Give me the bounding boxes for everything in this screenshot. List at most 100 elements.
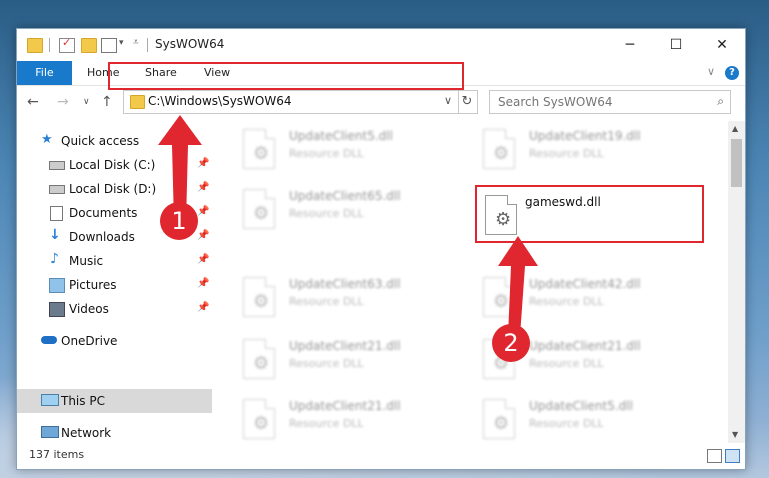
gear-icon: ⚙: [253, 143, 270, 164]
sidebar-item-pictures[interactable]: Pictures 📌: [17, 273, 212, 297]
dll-file-icon: ⚙: [483, 399, 515, 439]
file-explorer-window: ✓ ▾ ⩡ SysWOW64 ─ ☐ ✕ File Home Share Vie…: [16, 28, 746, 470]
gear-icon: ⚙: [253, 413, 270, 434]
file-highlight: [475, 185, 704, 243]
file-name: UpdateClient19.dll: [529, 129, 641, 143]
step-badge-1: 1: [160, 202, 198, 240]
pin-icon[interactable]: 📌: [197, 302, 209, 313]
gear-icon: ⚙: [493, 143, 510, 164]
cloud-icon: [41, 336, 57, 344]
divider: [49, 38, 50, 52]
sidebar-item-label: This PC: [61, 394, 105, 408]
dll-file-icon: ⚙: [243, 189, 275, 229]
file-name: UpdateClient63.dll: [289, 277, 401, 291]
download-icon: ↓: [49, 227, 61, 243]
gear-icon: ⚙: [253, 203, 270, 224]
dll-file-icon: ⚙: [483, 129, 515, 169]
tab-file[interactable]: File: [17, 61, 72, 85]
refresh-icon[interactable]: ↻: [457, 90, 478, 114]
maximize-button[interactable]: ☐: [653, 29, 699, 61]
sidebar-item-onedrive[interactable]: OneDrive: [17, 329, 212, 353]
list-item[interactable]: ⚙ UpdateClient19.dll Resource DLL: [477, 127, 697, 187]
list-item[interactable]: ⚙ UpdateClient21.dll Resource DLL: [237, 337, 457, 397]
scroll-up-icon[interactable]: ▲: [732, 124, 738, 133]
sidebar-item-label: Network: [61, 426, 112, 440]
file-type: Resource DLL: [529, 147, 604, 160]
list-item[interactable]: ⚙ UpdateClient65.dll Resource DLL: [237, 187, 457, 247]
folder-icon: [130, 95, 145, 109]
list-item[interactable]: ⚙ UpdateClient5.dll Resource DLL: [477, 397, 697, 443]
list-item[interactable]: ⚙ UpdateClient63.dll Resource DLL: [237, 275, 457, 335]
file-type: Resource DLL: [289, 357, 364, 370]
search-box[interactable]: ⌕: [489, 90, 731, 114]
help-icon[interactable]: ?: [725, 66, 739, 80]
sidebar-item-videos[interactable]: Videos 📌: [17, 297, 212, 321]
sidebar-item-label: Music: [69, 254, 104, 268]
drive-icon: [49, 185, 65, 194]
chevron-down-icon[interactable]: ∨: [444, 94, 452, 107]
dll-file-icon: ⚙: [243, 399, 275, 439]
address-bar[interactable]: C:\Windows\SysWOW64 ∨: [123, 90, 459, 114]
back-arrow-icon[interactable]: ←: [27, 94, 39, 110]
file-list: ⚙ UpdateClient5.dll Resource DLL ⚙ Updat…: [229, 121, 727, 443]
list-item[interactable]: ⚙ UpdateClient5.dll Resource DLL: [237, 127, 457, 187]
dll-file-icon: ⚙: [243, 277, 275, 317]
sidebar-item-label: Documents: [69, 206, 138, 220]
chevron-down-icon[interactable]: ▾: [119, 38, 124, 48]
videos-icon: [49, 302, 65, 317]
file-name: UpdateClient42.dll: [529, 277, 641, 291]
music-icon: ♪: [50, 251, 59, 267]
sidebar-item-this-pc[interactable]: This PC: [17, 389, 212, 413]
up-arrow-icon[interactable]: ↑: [101, 94, 113, 110]
properties-icon[interactable]: ✓: [59, 36, 75, 53]
forward-arrow-icon[interactable]: →: [57, 94, 69, 110]
expand-ribbon-icon[interactable]: ∨: [707, 65, 715, 78]
address-path[interactable]: C:\Windows\SysWOW64: [148, 94, 292, 108]
large-icons-view-icon[interactable]: [725, 449, 740, 463]
file-type: Resource DLL: [529, 357, 604, 370]
sidebar-item-label: Quick access: [61, 134, 140, 148]
gear-icon: ⚙: [253, 353, 270, 374]
status-bar: 137 items: [17, 443, 745, 469]
scrollbar-thumb[interactable]: [731, 139, 742, 187]
sidebar-item-music[interactable]: ♪ Music 📌: [17, 249, 212, 273]
pin-icon[interactable]: 📌: [197, 278, 209, 289]
sidebar-item-label: Videos: [69, 302, 109, 316]
sidebar-item-label: OneDrive: [61, 334, 118, 348]
recent-locations-icon[interactable]: ∨: [83, 97, 90, 107]
details-view-icon[interactable]: [707, 449, 722, 463]
pictures-icon: [49, 278, 65, 293]
scroll-down-icon[interactable]: ▼: [732, 430, 738, 439]
sidebar-item-label: Pictures: [69, 278, 117, 292]
computer-icon: [41, 394, 59, 406]
drive-icon: [49, 161, 65, 170]
sidebar-item-label: Local Disk (D:): [69, 182, 157, 196]
customize-toolbar-icon[interactable]: ⩡: [133, 37, 139, 48]
sidebar-item-network[interactable]: Network: [17, 421, 212, 445]
pin-icon[interactable]: 📌: [197, 230, 209, 241]
sidebar-item-label: Local Disk (C:): [69, 158, 156, 172]
file-type: Resource DLL: [289, 147, 364, 160]
divider: [147, 38, 148, 52]
minimize-button[interactable]: ─: [607, 29, 653, 61]
dll-file-icon: ⚙: [243, 129, 275, 169]
sidebar-item-label: Downloads: [69, 230, 135, 244]
file-name: UpdateClient21.dll: [529, 339, 641, 353]
vertical-scrollbar[interactable]: ▲ ▼: [728, 121, 745, 443]
star-icon: ★: [41, 132, 53, 147]
search-input[interactable]: [496, 93, 700, 111]
item-count: 137 items: [29, 448, 85, 461]
gear-icon: ⚙: [253, 291, 270, 312]
list-item[interactable]: ⚙ UpdateClient21.dll Resource DLL: [237, 397, 457, 443]
new-folder-icon[interactable]: [81, 38, 97, 53]
close-button[interactable]: ✕: [699, 29, 745, 61]
view-icon[interactable]: [101, 38, 117, 53]
pin-icon[interactable]: 📌: [197, 254, 209, 265]
file-type: Resource DLL: [529, 417, 604, 430]
folder-icon: [27, 38, 43, 53]
file-name: UpdateClient65.dll: [289, 189, 401, 203]
step-badge-2: 2: [492, 324, 530, 362]
dll-file-icon: ⚙: [243, 339, 275, 379]
search-icon[interactable]: ⌕: [717, 94, 724, 109]
file-type: Resource DLL: [289, 417, 364, 430]
